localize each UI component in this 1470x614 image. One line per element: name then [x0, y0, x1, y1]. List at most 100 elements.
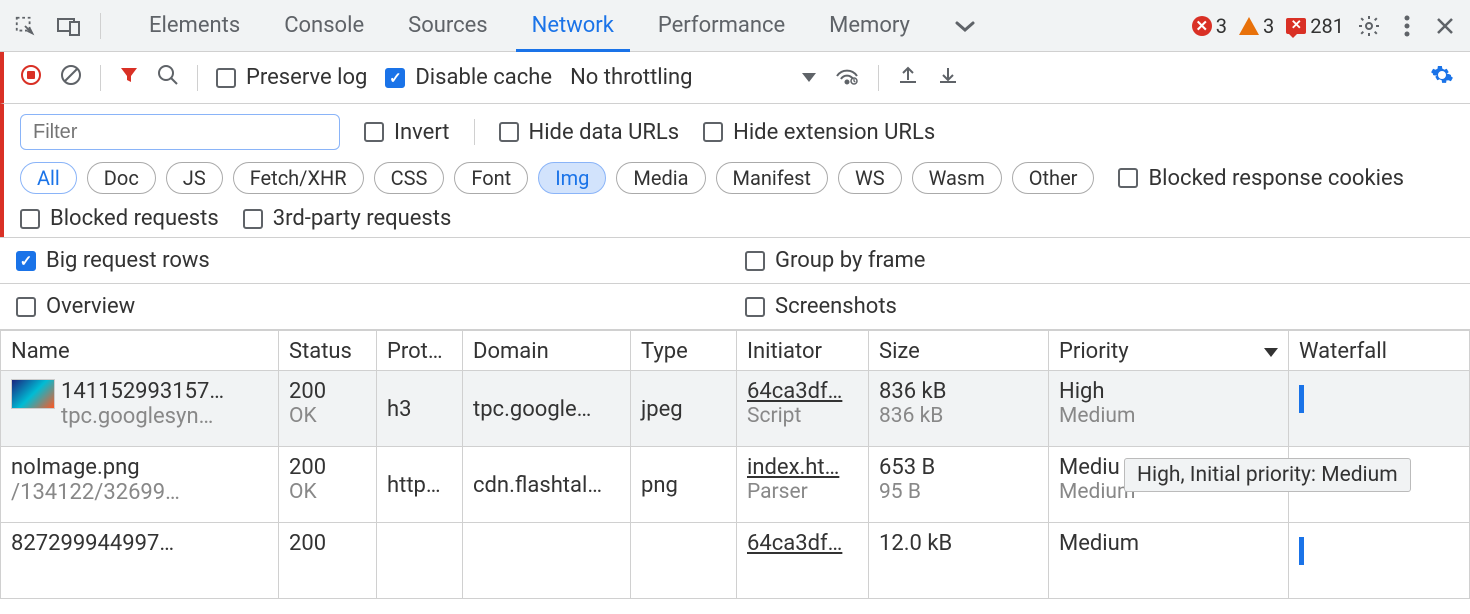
- filter-funnel-icon[interactable]: [119, 65, 139, 91]
- waterfall-bar: [1299, 537, 1304, 565]
- message-count-badge[interactable]: ✕ 281: [1286, 14, 1344, 38]
- chevron-down-icon: [802, 73, 816, 82]
- col-priority[interactable]: Priority: [1049, 331, 1289, 371]
- warning-count-badge[interactable]: 3: [1239, 14, 1274, 38]
- checkbox-icon: [16, 251, 36, 271]
- priority-tooltip: High, Initial priority: Medium: [1124, 458, 1411, 492]
- cell-size: 12.0 kB: [869, 523, 1049, 599]
- big-rows-checkbox[interactable]: Big request rows: [16, 248, 210, 273]
- filter-pill-img[interactable]: Img: [538, 162, 606, 194]
- filter-pill-doc[interactable]: Doc: [87, 162, 156, 194]
- cell-priority: Medium: [1049, 523, 1289, 599]
- table-row[interactable]: 141152993157…tpc.googlesyn…200OKh3tpc.go…: [1, 371, 1470, 447]
- screenshots-checkbox[interactable]: Screenshots: [745, 294, 897, 319]
- disable-cache-checkbox[interactable]: Disable cache: [385, 65, 552, 90]
- hide-data-urls-checkbox[interactable]: Hide data URLs: [499, 120, 680, 145]
- initiator-link[interactable]: 64ca3df…: [747, 531, 858, 556]
- waterfall-bar: [1299, 385, 1304, 413]
- overview-label: Overview: [46, 294, 135, 319]
- hide-extension-urls-label: Hide extension URLs: [733, 120, 935, 145]
- export-har-icon[interactable]: [897, 64, 919, 92]
- filter-pill-all[interactable]: All: [20, 162, 77, 194]
- checkbox-icon: [703, 122, 723, 142]
- clear-icon[interactable]: [60, 64, 82, 92]
- tab-console[interactable]: Console: [264, 1, 384, 51]
- filter-pill-wasm[interactable]: Wasm: [912, 162, 1002, 194]
- col-status[interactable]: Status: [279, 331, 377, 371]
- filter-pill-media[interactable]: Media: [616, 162, 705, 194]
- preserve-log-checkbox[interactable]: Preserve log: [216, 65, 367, 90]
- filter-pill-js[interactable]: JS: [166, 162, 223, 194]
- cell-domain: cdn.flashtal…: [463, 447, 631, 523]
- close-icon[interactable]: [1432, 13, 1458, 39]
- filter-pill-ws[interactable]: WS: [838, 162, 902, 194]
- checkbox-icon: [385, 68, 405, 88]
- tab-sources[interactable]: Sources: [388, 1, 508, 51]
- error-count: 3: [1216, 14, 1227, 38]
- blocked-requests-label: Blocked requests: [50, 206, 219, 231]
- tab-network[interactable]: Network: [512, 1, 634, 51]
- settings-gear-icon[interactable]: [1356, 13, 1382, 39]
- third-party-checkbox[interactable]: 3rd-party requests: [243, 206, 452, 231]
- cell-waterfall: [1289, 523, 1470, 599]
- tab-memory[interactable]: Memory: [809, 1, 930, 51]
- cell-initiator: index.ht…Parser: [737, 447, 869, 523]
- cell-domain: [463, 523, 631, 599]
- devtools-tab-bar: Elements Console Sources Network Perform…: [0, 0, 1470, 52]
- cell-name: noImage.png/134122/32699…: [1, 447, 279, 523]
- col-name[interactable]: Name: [1, 331, 279, 371]
- col-type[interactable]: Type: [631, 331, 737, 371]
- import-har-icon[interactable]: [937, 64, 959, 92]
- inspect-element-icon[interactable]: [12, 13, 38, 39]
- col-waterfall[interactable]: Waterfall: [1289, 331, 1470, 371]
- error-icon: ✕: [1192, 16, 1212, 36]
- invert-checkbox[interactable]: Invert: [364, 120, 450, 145]
- checkbox-icon: [745, 251, 765, 271]
- cell-status: 200: [279, 523, 377, 599]
- overview-checkbox[interactable]: Overview: [16, 294, 135, 319]
- col-size[interactable]: Size: [869, 331, 1049, 371]
- divider: [878, 65, 879, 91]
- error-count-badge[interactable]: ✕ 3: [1192, 14, 1227, 38]
- col-protocol[interactable]: Prot…: [377, 331, 463, 371]
- checkbox-icon: [1118, 168, 1138, 188]
- blocked-cookies-checkbox[interactable]: Blocked response cookies: [1118, 166, 1404, 191]
- initiator-link[interactable]: 64ca3df…: [747, 379, 858, 404]
- cell-protocol: h3: [377, 371, 463, 447]
- filter-pill-css[interactable]: CSS: [374, 162, 445, 194]
- kebab-menu-icon[interactable]: [1394, 13, 1420, 39]
- cell-size: 653 B95 B: [869, 447, 1049, 523]
- filter-pill-other[interactable]: Other: [1012, 162, 1095, 194]
- cell-type: jpeg: [631, 371, 737, 447]
- disable-cache-label: Disable cache: [415, 65, 552, 90]
- table-header-row: Name Status Prot… Domain Type Initiator …: [1, 331, 1470, 371]
- hide-extension-urls-checkbox[interactable]: Hide extension URLs: [703, 120, 935, 145]
- initiator-link[interactable]: index.ht…: [747, 455, 858, 480]
- filter-pill-manifest[interactable]: Manifest: [716, 162, 828, 194]
- request-thumbnail: [11, 379, 55, 409]
- device-toolbar-icon[interactable]: [56, 13, 82, 39]
- col-domain[interactable]: Domain: [463, 331, 631, 371]
- screenshots-label: Screenshots: [775, 294, 897, 319]
- filter-pill-fetch[interactable]: Fetch/XHR: [233, 162, 364, 194]
- cell-priority: HighMedium: [1049, 371, 1289, 447]
- table-row[interactable]: 827299944997…20064ca3df…12.0 kBMedium: [1, 523, 1470, 599]
- col-initiator[interactable]: Initiator: [737, 331, 869, 371]
- search-icon[interactable]: [157, 64, 179, 92]
- message-count: 281: [1310, 14, 1344, 38]
- network-settings-gear-icon[interactable]: [1430, 63, 1454, 93]
- sort-desc-icon: [1264, 348, 1278, 357]
- record-icon[interactable]: [20, 64, 42, 92]
- group-by-frame-checkbox[interactable]: Group by frame: [745, 248, 925, 273]
- cell-name: 141152993157…tpc.googlesyn…: [1, 371, 279, 447]
- more-tabs-icon[interactable]: [952, 13, 978, 39]
- tab-performance[interactable]: Performance: [638, 1, 805, 51]
- tab-elements[interactable]: Elements: [129, 1, 260, 51]
- network-conditions-icon[interactable]: [834, 64, 860, 92]
- blocked-requests-checkbox[interactable]: Blocked requests: [20, 206, 219, 231]
- checkbox-icon: [243, 209, 263, 229]
- throttling-select[interactable]: No throttling: [570, 65, 816, 90]
- filter-input[interactable]: [20, 114, 340, 150]
- divider: [100, 65, 101, 91]
- filter-pill-font[interactable]: Font: [454, 162, 528, 194]
